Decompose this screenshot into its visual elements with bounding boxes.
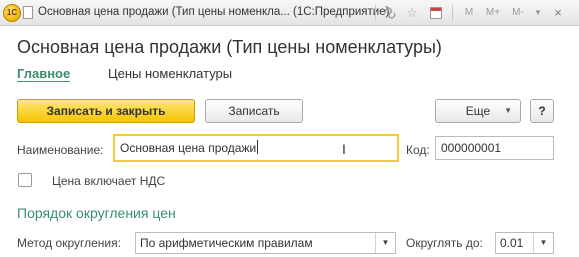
code-value: 000000001	[441, 141, 502, 155]
window-title: Основная цена продажи (Тип цены номенкла…	[38, 6, 390, 18]
calendar-icon[interactable]	[427, 4, 445, 22]
name-value: Основная цена продажи	[120, 141, 257, 155]
app-logo-icon[interactable]: 1С	[3, 4, 21, 22]
vat-checkbox[interactable]	[18, 173, 32, 187]
chevron-down-icon: ▼	[504, 106, 512, 115]
window-titlebar: 1С Основная цена продажи (Тип цены номен…	[0, 0, 579, 26]
name-input[interactable]: Основная цена продажи	[113, 134, 399, 162]
document-icon	[23, 6, 33, 19]
chevron-down-icon[interactable]: ▼	[375, 233, 395, 253]
more-label: Еще	[465, 104, 491, 118]
code-label: Код:	[406, 143, 430, 157]
rounding-method-select[interactable]: По арифметическим правилам ▼	[135, 232, 396, 254]
ibeam-cursor-icon: Ι	[342, 141, 346, 157]
favorite-star-icon[interactable]: ☆	[403, 4, 421, 22]
rounding-method-value: По арифметическим правилам	[140, 236, 313, 250]
help-button[interactable]: ?	[530, 99, 554, 123]
chevron-down-icon[interactable]: ▼	[533, 233, 553, 253]
memory-plus-button[interactable]: M+	[481, 4, 505, 22]
titlebar-separator	[375, 5, 376, 21]
titlebar-separator	[452, 5, 453, 21]
save-button[interactable]: Записать	[205, 99, 303, 123]
close-icon[interactable]: ×	[548, 4, 568, 22]
page-title: Основная цена продажи (Тип цены номенкла…	[17, 37, 442, 57]
window-menu-dropdown-icon[interactable]: ▼	[531, 4, 545, 22]
round-to-select[interactable]: 0.01 ▼	[495, 232, 554, 254]
link-icon[interactable]	[380, 4, 400, 22]
vat-checkbox-label[interactable]: Цена включает НДС	[52, 174, 165, 188]
round-to-label: Округлять до:	[406, 236, 483, 250]
more-menu-button[interactable]: Еще ▼	[435, 99, 521, 123]
save-and-close-button[interactable]: Записать и закрыть	[17, 99, 195, 123]
name-label: Наименование:	[17, 143, 104, 157]
rounding-section-title: Порядок округления цен	[17, 205, 176, 221]
round-to-value: 0.01	[500, 236, 524, 250]
memory-m-button[interactable]: M	[461, 4, 477, 22]
text-cursor	[257, 140, 259, 154]
tab-item-prices[interactable]: Цены номенклатуры	[108, 66, 232, 81]
tab-main[interactable]: Главное	[17, 66, 71, 82]
memory-minus-button[interactable]: M-	[507, 4, 529, 22]
code-input[interactable]: 000000001	[435, 136, 554, 160]
rounding-method-label: Метод округления:	[17, 236, 121, 250]
